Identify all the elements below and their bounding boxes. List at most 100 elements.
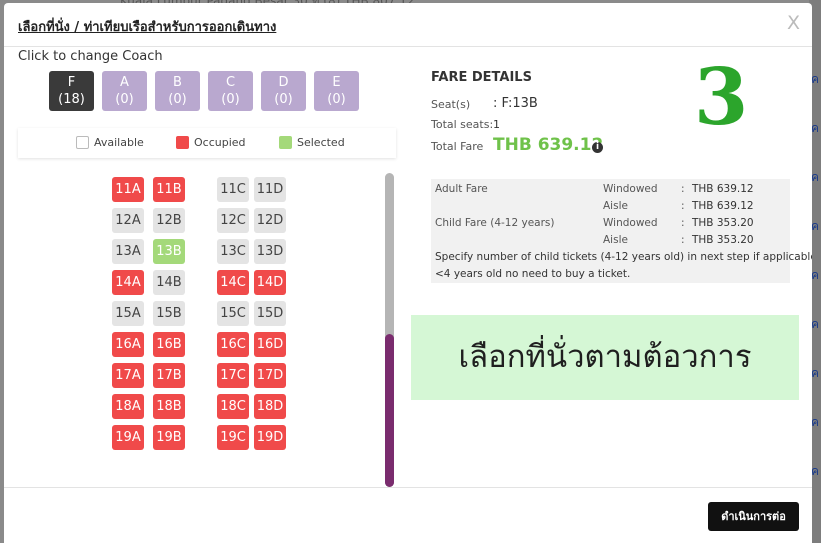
seat-17a: 17A bbox=[112, 363, 144, 388]
adult-windowed-price: THB 639.12 bbox=[692, 183, 754, 195]
fare-details-title: FARE DETAILS bbox=[431, 70, 532, 85]
seat-14d: 14D bbox=[254, 270, 286, 295]
coach-title: Click to change Coach bbox=[18, 49, 163, 64]
seat-16b: 16B bbox=[153, 332, 185, 357]
coach-letter: F bbox=[67, 75, 76, 90]
coach-button-d[interactable]: D (0) bbox=[261, 71, 306, 111]
adult-windowed-label: Windowed bbox=[603, 183, 658, 195]
occupied-swatch bbox=[176, 136, 189, 149]
seat-16c: 16C bbox=[217, 332, 249, 357]
background-link-fragment: ค bbox=[811, 72, 820, 84]
coach-letter: E bbox=[332, 75, 341, 90]
coach-letter: A bbox=[120, 75, 129, 90]
child-aisle-price: THB 353.20 bbox=[692, 234, 754, 246]
colon: : bbox=[681, 200, 685, 212]
coach-seat-count: (0) bbox=[115, 92, 134, 107]
coach-button-a[interactable]: A (0) bbox=[102, 71, 147, 111]
seat-11d[interactable]: 11D bbox=[254, 177, 286, 202]
seat-14b[interactable]: 14B bbox=[153, 270, 185, 295]
seat-map-scrollbar[interactable] bbox=[385, 173, 394, 487]
seat-12a[interactable]: 12A bbox=[112, 208, 144, 233]
child-fare-label: Child Fare (4-12 years) bbox=[435, 217, 555, 229]
total-seats-value: 1 bbox=[493, 118, 500, 131]
child-ticket-note: Specify number of child tickets (4-12 ye… bbox=[435, 251, 812, 263]
background-link-fragment: ค bbox=[811, 170, 820, 182]
colon: : bbox=[681, 217, 685, 229]
seat-15d[interactable]: 15D bbox=[254, 301, 286, 326]
seat-11c[interactable]: 11C bbox=[217, 177, 249, 202]
seat-16a: 16A bbox=[112, 332, 144, 357]
total-fare-label: Total Fare bbox=[431, 140, 484, 153]
seat-15a[interactable]: 15A bbox=[112, 301, 144, 326]
child-windowed-price: THB 353.20 bbox=[692, 217, 754, 229]
seat-17b: 17B bbox=[153, 363, 185, 388]
seat-15c[interactable]: 15C bbox=[217, 301, 249, 326]
background-link-fragment: ค bbox=[811, 464, 820, 476]
seat-13c[interactable]: 13C bbox=[217, 239, 249, 264]
close-button[interactable]: X bbox=[787, 12, 800, 34]
scrollbar-thumb[interactable] bbox=[385, 334, 394, 487]
total-seats-label: Total seats: bbox=[431, 118, 494, 131]
seat-16d: 16D bbox=[254, 332, 286, 357]
proceed-button[interactable]: ดำเนินการต่อ bbox=[708, 502, 799, 531]
modal-footer: ดำเนินการต่อ bbox=[4, 487, 812, 543]
available-swatch bbox=[76, 136, 89, 149]
seat-14a: 14A bbox=[112, 270, 144, 295]
fare-breakdown-table: Adult Fare Windowed : THB 639.12 Aisle :… bbox=[431, 179, 812, 283]
selected-swatch bbox=[279, 136, 292, 149]
modal-header: เลือกที่นั่ง / ท่าเทียบเรือสำหรับการออกเ… bbox=[4, 3, 812, 47]
modal-title: เลือกที่นั่ง / ท่าเทียบเรือสำหรับการออกเ… bbox=[18, 20, 277, 35]
seat-12d[interactable]: 12D bbox=[254, 208, 286, 233]
seat-18c: 18C bbox=[217, 394, 249, 419]
seat-19a: 19A bbox=[112, 425, 144, 450]
seat-12c[interactable]: 12C bbox=[217, 208, 249, 233]
adult-aisle-label: Aisle bbox=[603, 200, 628, 212]
seat-12b[interactable]: 12B bbox=[153, 208, 185, 233]
info-icon[interactable]: i bbox=[592, 142, 603, 153]
background-link-fragment: ค bbox=[811, 121, 820, 133]
background-link-fragment: ค bbox=[811, 415, 820, 427]
coach-button-c[interactable]: C (0) bbox=[208, 71, 253, 111]
seat-13a[interactable]: 13A bbox=[112, 239, 144, 264]
seat-19c: 19C bbox=[217, 425, 249, 450]
seat-14c: 14C bbox=[217, 270, 249, 295]
background-link-fragment: ค bbox=[811, 317, 820, 329]
seat-11b: 11B bbox=[153, 177, 185, 202]
seats-label: Seat(s) bbox=[431, 98, 471, 111]
seat-legend: Available Occupied Selected bbox=[18, 128, 396, 158]
instruction-banner: เลือกที่นั่วตามต้อวการ bbox=[411, 315, 799, 400]
seat-13b[interactable]: 13B bbox=[153, 239, 185, 264]
seat-13d[interactable]: 13D bbox=[254, 239, 286, 264]
banner-text: เลือกที่นั่วตามต้อวการ bbox=[458, 339, 752, 375]
background-link-fragment: ค bbox=[811, 219, 820, 231]
background-link-fragment: ค bbox=[811, 366, 820, 378]
background-link-fragment: ค bbox=[811, 268, 820, 280]
child-aisle-label: Aisle bbox=[603, 234, 628, 246]
seat-19b: 19B bbox=[153, 425, 185, 450]
infant-note: <4 years old no need to buy a ticket. bbox=[435, 268, 631, 280]
colon: : bbox=[681, 183, 685, 195]
coach-seat-count: (18) bbox=[58, 92, 85, 107]
seats-value: : F:13B bbox=[493, 96, 538, 111]
coach-seat-count: (0) bbox=[221, 92, 240, 107]
coach-seat-count: (0) bbox=[327, 92, 346, 107]
total-fare-value: THB 639.12 bbox=[493, 135, 604, 155]
seat-19d: 19D bbox=[254, 425, 286, 450]
coach-button-f[interactable]: F (18) bbox=[49, 71, 94, 111]
coach-seat-count: (0) bbox=[168, 92, 187, 107]
coach-letter: C bbox=[225, 75, 236, 90]
seat-17c: 17C bbox=[217, 363, 249, 388]
coach-seat-count: (0) bbox=[274, 92, 293, 107]
seat-18b: 18B bbox=[153, 394, 185, 419]
coach-button-e[interactable]: E (0) bbox=[314, 71, 359, 111]
seat-selection-modal: เลือกที่นั่ง / ท่าเทียบเรือสำหรับการออกเ… bbox=[4, 3, 812, 543]
adult-fare-label: Adult Fare bbox=[435, 183, 488, 195]
seat-15b[interactable]: 15B bbox=[153, 301, 185, 326]
seat-18a: 18A bbox=[112, 394, 144, 419]
seat-18d: 18D bbox=[254, 394, 286, 419]
step-number: 3 bbox=[694, 52, 749, 143]
coach-button-b[interactable]: B (0) bbox=[155, 71, 200, 111]
adult-aisle-price: THB 639.12 bbox=[692, 200, 754, 212]
seat-17d: 17D bbox=[254, 363, 286, 388]
coach-letter: B bbox=[173, 75, 182, 90]
